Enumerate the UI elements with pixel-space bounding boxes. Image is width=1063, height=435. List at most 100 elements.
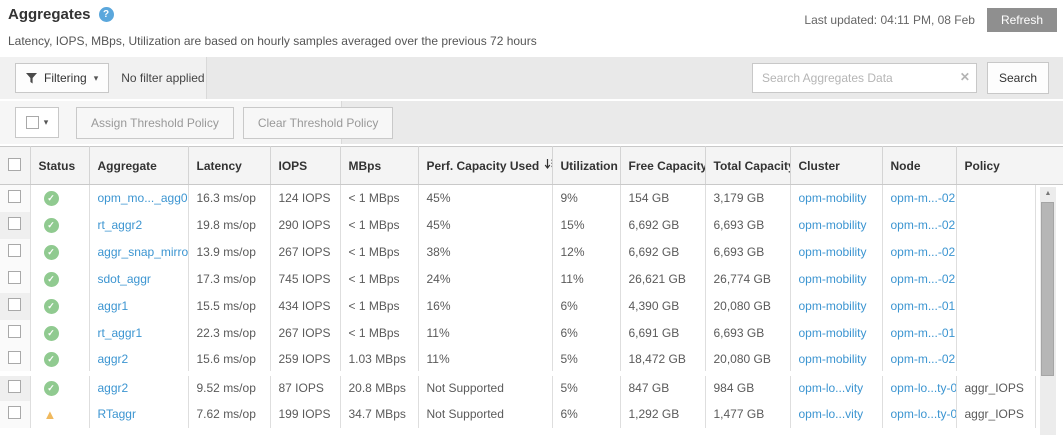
cluster-link[interactable]: opm-mobility	[799, 191, 867, 205]
row-checkbox[interactable]	[8, 298, 21, 311]
cluster-link[interactable]: opm-lo...vity	[799, 407, 864, 421]
row-checkbox[interactable]	[8, 325, 21, 338]
node-cell: opm-lo...ty-01	[882, 374, 956, 401]
node-link[interactable]: opm-m...-02	[891, 245, 956, 259]
aggregate-link[interactable]: aggr_snap_mirror	[98, 245, 189, 259]
aggregate-link[interactable]: rt_aggr1	[98, 326, 143, 340]
perf-capacity-used-cell: 45%	[418, 212, 552, 239]
row-checkbox[interactable]	[8, 271, 21, 284]
select-all-dropdown[interactable]: ▾	[15, 107, 59, 138]
row-checkbox-cell	[0, 293, 30, 320]
table-row: ✓ aggr1 15.5 ms/op 434 IOPS < 1 MBps 16%…	[0, 293, 1035, 320]
refresh-button[interactable]: Refresh	[987, 8, 1057, 32]
mbps-cell: < 1 MBps	[340, 185, 418, 212]
latency-cell: 7.62 ms/op	[188, 401, 270, 428]
column-header-cluster[interactable]: Cluster	[790, 147, 882, 185]
node-link[interactable]: opm-m...-02	[891, 272, 956, 286]
node-link[interactable]: opm-lo...ty-01	[891, 381, 957, 395]
utilization-cell: 6%	[552, 293, 620, 320]
cluster-link[interactable]: opm-mobility	[799, 326, 867, 340]
assign-threshold-policy-button[interactable]: Assign Threshold Policy	[76, 107, 234, 139]
node-link[interactable]: opm-m...-01	[891, 299, 956, 313]
node-link[interactable]: opm-lo...ty-01	[891, 407, 957, 421]
column-header-status[interactable]: Status	[30, 147, 89, 185]
select-all-checkbox[interactable]	[26, 116, 39, 129]
status-ok-icon: ✓	[44, 326, 59, 341]
table-row: ✓ opm_mo..._agg0 16.3 ms/op 124 IOPS < 1…	[0, 185, 1035, 212]
column-header-perf-capacity-used[interactable]: Perf. Capacity Used	[418, 147, 552, 185]
row-checkbox[interactable]	[8, 351, 21, 364]
node-link[interactable]: opm-m...-02	[891, 191, 956, 205]
column-header-total-capacity[interactable]: Total Capacity	[705, 147, 790, 185]
iops-cell: 259 IOPS	[270, 347, 340, 374]
row-checkbox[interactable]	[8, 190, 21, 203]
column-header-iops[interactable]: IOPS	[270, 147, 340, 185]
column-header-policy[interactable]: Policy	[956, 147, 1035, 185]
perf-capacity-used-cell: 24%	[418, 266, 552, 293]
node-link[interactable]: opm-m...-01	[891, 326, 956, 340]
utilization-cell: 12%	[552, 239, 620, 266]
latency-cell: 16.3 ms/op	[188, 185, 270, 212]
column-header-node[interactable]: Node	[882, 147, 956, 185]
vertical-scrollbar[interactable]: ▲	[1040, 187, 1056, 435]
search-button[interactable]: Search	[987, 62, 1049, 94]
node-link[interactable]: opm-m...-02	[891, 218, 956, 232]
total-capacity-cell: 1,477 GB	[705, 401, 790, 428]
cluster-link[interactable]: opm-mobility	[799, 352, 867, 366]
aggregate-link[interactable]: aggr1	[98, 299, 129, 313]
cluster-link[interactable]: opm-mobility	[799, 299, 867, 313]
cluster-link[interactable]: opm-mobility	[799, 245, 867, 259]
scrollbar-thumb[interactable]	[1041, 202, 1054, 376]
column-header-utilization[interactable]: Utilization	[552, 147, 620, 185]
cluster-link[interactable]: opm-lo...vity	[799, 381, 864, 395]
row-checkbox-cell	[0, 212, 30, 239]
row-checkbox-cell	[0, 239, 30, 266]
perf-capacity-used-cell: 45%	[418, 185, 552, 212]
column-header-aggregate[interactable]: Aggregate	[89, 147, 188, 185]
column-header-mbps[interactable]: MBps	[340, 147, 418, 185]
aggregate-link[interactable]: RTaggr	[98, 407, 136, 421]
node-link[interactable]: opm-m...-02	[891, 352, 956, 366]
aggregate-cell: aggr_snap_mirror	[89, 239, 188, 266]
column-header-latency[interactable]: Latency	[188, 147, 270, 185]
table-row: ✓ aggr2 9.52 ms/op 87 IOPS 20.8 MBps Not…	[0, 374, 1035, 401]
header-select-checkbox[interactable]	[8, 158, 21, 171]
aggregate-link[interactable]: rt_aggr2	[98, 218, 143, 232]
utilization-cell: 15%	[552, 212, 620, 239]
status-ok-icon: ✓	[44, 352, 59, 367]
funnel-icon	[26, 73, 37, 84]
perf-capacity-used-cell: Not Supported	[418, 401, 552, 428]
mbps-cell: 1.03 MBps	[340, 347, 418, 374]
column-header-free-capacity[interactable]: Free Capacity	[620, 147, 705, 185]
help-icon[interactable]: ?	[99, 7, 114, 22]
status-cell: ✓	[30, 293, 89, 320]
policy-cell	[956, 293, 1035, 320]
row-checkbox-cell	[0, 347, 30, 374]
cluster-cell: opm-mobility	[790, 212, 882, 239]
aggregate-cell: opm_mo..._agg0	[89, 185, 188, 212]
row-checkbox[interactable]	[8, 380, 21, 393]
clear-search-icon[interactable]: ✕	[960, 70, 970, 84]
header-checkbox-cell	[0, 147, 30, 185]
aggregate-link[interactable]: sdot_aggr	[98, 272, 151, 286]
aggregate-link[interactable]: opm_mo..._agg0	[98, 191, 188, 205]
cluster-link[interactable]: opm-mobility	[799, 218, 867, 232]
status-ok-icon: ✓	[44, 191, 59, 206]
filtering-button[interactable]: Filtering ▾	[15, 63, 109, 93]
mbps-cell: < 1 MBps	[340, 320, 418, 347]
iops-cell: 745 IOPS	[270, 266, 340, 293]
perf-capacity-used-cell: 11%	[418, 347, 552, 374]
search-input[interactable]	[752, 63, 977, 93]
row-checkbox[interactable]	[8, 217, 21, 230]
perf-capacity-used-cell: 16%	[418, 293, 552, 320]
mbps-cell: < 1 MBps	[340, 266, 418, 293]
aggregate-link[interactable]: aggr2	[98, 381, 129, 395]
cluster-link[interactable]: opm-mobility	[799, 272, 867, 286]
aggregate-link[interactable]: aggr2	[98, 352, 129, 366]
scroll-up-icon[interactable]: ▲	[1040, 187, 1056, 200]
row-checkbox[interactable]	[8, 406, 21, 419]
row-checkbox[interactable]	[8, 244, 21, 257]
policy-cell	[956, 266, 1035, 293]
clear-threshold-policy-button[interactable]: Clear Threshold Policy	[243, 107, 394, 139]
total-capacity-cell: 6,693 GB	[705, 212, 790, 239]
